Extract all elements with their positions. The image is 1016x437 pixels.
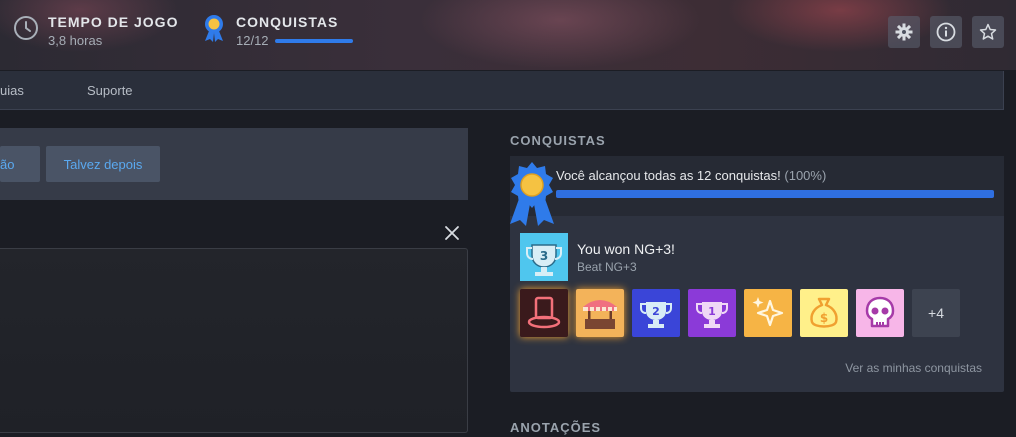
- badge-trophy-1-icon[interactable]: 1: [688, 289, 736, 337]
- achievements-progress-row: 12/12: [236, 33, 353, 48]
- achievements-count: 12/12: [236, 33, 269, 48]
- star-icon: [979, 23, 997, 40]
- achievements-panel: Você alcançou todas as 12 conquistas! (1…: [510, 156, 1004, 392]
- achievements-progress-bar: [274, 38, 353, 43]
- gear-icon: [895, 23, 913, 41]
- achievements-summary-text: Você alcançou todas as 12 conquistas! (1…: [556, 168, 826, 183]
- favorite-button[interactable]: [972, 16, 1004, 48]
- subnav-item-support[interactable]: Suporte: [87, 83, 133, 98]
- sub-navigation: uias Suporte: [0, 71, 1004, 110]
- playtime-value: 3,8 horas: [48, 33, 103, 48]
- subnav-item-guides[interactable]: uias: [0, 83, 24, 98]
- recent-achievement-name: You won NG+3!: [577, 241, 675, 257]
- svg-text:3: 3: [540, 249, 548, 263]
- achievements-summary: Você alcançou todas as 12 conquistas! (1…: [510, 156, 1004, 216]
- summary-label: Você alcançou todas as 12 conquistas!: [556, 168, 781, 183]
- svg-text:2: 2: [652, 305, 660, 318]
- summary-percent: (100%): [784, 168, 827, 183]
- prompt-card: ão Talvez depois: [0, 128, 468, 200]
- notes-section-title: ANOTAÇÕES: [510, 420, 602, 435]
- achievements-section-title: CONQUISTAS: [510, 133, 606, 148]
- clock-icon: [12, 14, 40, 42]
- primary-prompt-button[interactable]: ão: [0, 146, 40, 182]
- info-icon: [936, 22, 956, 42]
- badge-money-bag-icon[interactable]: $: [800, 289, 848, 337]
- svg-text:1: 1: [708, 305, 716, 318]
- badge-sparkles-icon[interactable]: [744, 289, 792, 337]
- svg-text:$: $: [820, 311, 828, 325]
- playtime-title: TEMPO DE JOGO: [48, 14, 179, 30]
- badge-trophy-2-icon[interactable]: 2: [632, 289, 680, 337]
- achievement-medal-icon: [510, 162, 554, 226]
- maybe-later-button[interactable]: Talvez depois: [46, 146, 160, 182]
- view-my-achievements-link[interactable]: Ver as minhas conquistas: [845, 361, 982, 375]
- recent-achievement-icon[interactable]: 3: [520, 233, 568, 281]
- close-icon[interactable]: [443, 224, 461, 242]
- medal-icon: [200, 14, 228, 42]
- badge-skull-icon[interactable]: [856, 289, 904, 337]
- info-button[interactable]: [930, 16, 962, 48]
- media-panel: [0, 248, 468, 433]
- achievements-total-progress-bar: [556, 190, 994, 198]
- achievements-title: CONQUISTAS: [236, 14, 339, 30]
- settings-button[interactable]: [888, 16, 920, 48]
- playtime-stat: TEMPO DE JOGO 3,8 horas: [12, 14, 178, 48]
- more-badges-button[interactable]: +4: [912, 289, 960, 337]
- badge-top-hat-icon[interactable]: [520, 289, 568, 337]
- badge-market-stall-icon[interactable]: [576, 289, 624, 337]
- recent-achievement-desc: Beat NG+3: [577, 260, 637, 274]
- achievements-stat[interactable]: CONQUISTAS 12/12: [200, 14, 353, 48]
